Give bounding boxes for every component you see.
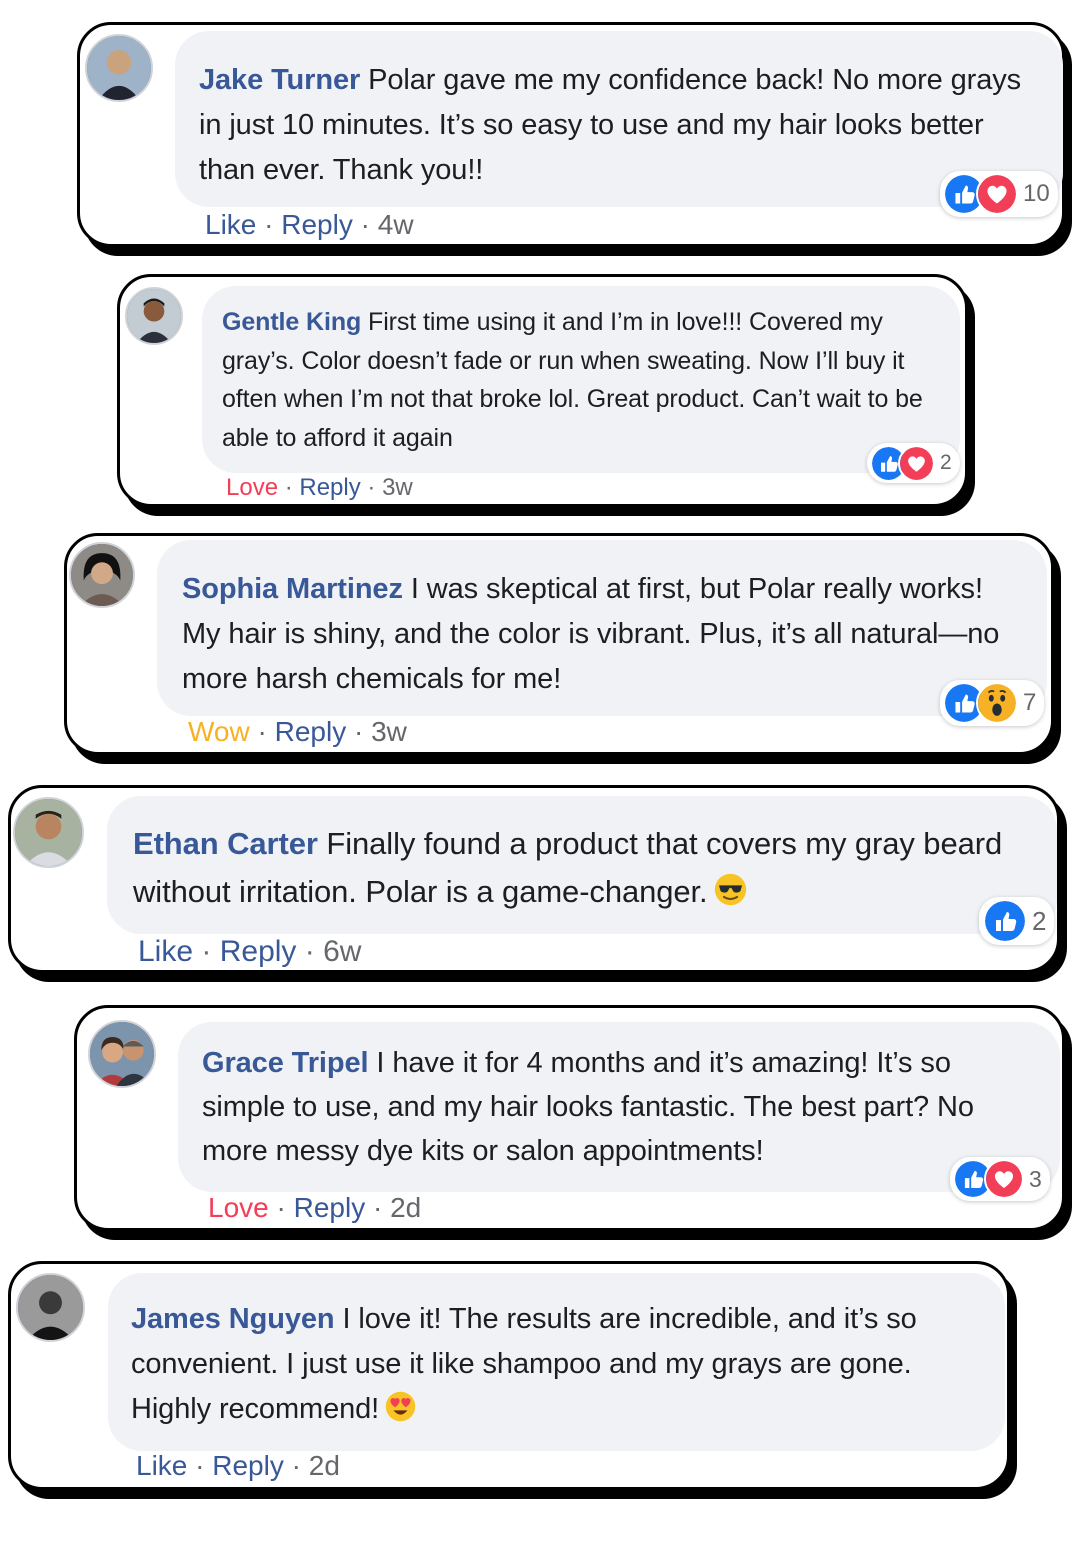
- comment-card: Sophia Martinez I was skeptical at first…: [64, 533, 1054, 755]
- timestamp[interactable]: 2d: [390, 1192, 421, 1223]
- comment-text: Ethan Carter Finally found a product tha…: [133, 820, 1033, 916]
- timestamp[interactable]: 2d: [309, 1450, 340, 1481]
- comment-card: Jake Turner Polar gave me my confidence …: [77, 22, 1065, 247]
- comment-actions: Love · Reply · 3w: [226, 474, 413, 502]
- reactions-summary[interactable]: 2: [867, 443, 960, 483]
- reply-link[interactable]: Reply: [212, 1450, 284, 1481]
- heart-eyes-emoji: [385, 1391, 416, 1422]
- timestamp[interactable]: 3w: [371, 716, 407, 747]
- timestamp[interactable]: 4w: [378, 209, 414, 240]
- like-link[interactable]: Like: [138, 935, 193, 968]
- reply-link[interactable]: Reply: [281, 209, 353, 240]
- like-link[interactable]: Like: [136, 1450, 187, 1481]
- comment-text: Sophia Martinez I was skeptical at first…: [182, 567, 1023, 702]
- comment-bubble: Ethan Carter Finally found a product tha…: [107, 796, 1057, 934]
- comment-actions: Love · Reply · 2d: [208, 1192, 421, 1224]
- reactions-summary[interactable]: 2: [979, 897, 1055, 945]
- reply-link[interactable]: Reply: [294, 1192, 366, 1223]
- separator-dot: ·: [365, 1192, 391, 1223]
- comment-text: Grace Tripel I have it for 4 months and …: [202, 1041, 1036, 1173]
- commenter-name[interactable]: Sophia Martinez: [182, 573, 403, 605]
- like-link[interactable]: Like: [205, 209, 256, 240]
- profile-photo: [90, 1022, 154, 1086]
- comment-actions: Like · Reply · 4w: [205, 209, 414, 241]
- comment-bubble: Grace Tripel I have it for 4 months and …: [178, 1022, 1060, 1192]
- avatar[interactable]: [69, 542, 135, 608]
- separator-dot: ·: [268, 1192, 294, 1223]
- separator-dot: ·: [346, 716, 372, 747]
- avatar[interactable]: [125, 287, 183, 345]
- commenter-name[interactable]: James Nguyen: [131, 1303, 335, 1335]
- love-icon: [898, 444, 935, 482]
- avatar[interactable]: [13, 797, 84, 868]
- sunglasses-emoji: [714, 873, 746, 906]
- love-icon: [984, 1159, 1024, 1199]
- reactions-summary[interactable]: 10: [940, 171, 1058, 217]
- reaction-count: 3: [1029, 1165, 1042, 1192]
- commenter-name[interactable]: Grace Tripel: [202, 1047, 369, 1079]
- separator-dot: ·: [352, 209, 378, 240]
- comment-actions: Like · Reply · 6w: [138, 935, 361, 969]
- timestamp[interactable]: 3w: [382, 474, 413, 501]
- comment-bubble: Gentle King First time using it and I’m …: [202, 286, 960, 473]
- commenter-name[interactable]: Ethan Carter: [133, 826, 318, 861]
- separator-dot: ·: [296, 935, 324, 968]
- timestamp[interactable]: 6w: [323, 935, 361, 968]
- avatar[interactable]: [16, 1273, 85, 1342]
- reaction-count: 2: [940, 451, 952, 474]
- reaction-count: 7: [1023, 689, 1037, 716]
- comment-bubble: James Nguyen I love it! The results are …: [108, 1273, 1005, 1451]
- comment-text: Gentle King First time using it and I’m …: [222, 303, 944, 457]
- comment-bubble: Sophia Martinez I was skeptical at first…: [157, 540, 1047, 716]
- reaction-count: 2: [1032, 905, 1047, 936]
- comment-card: Grace Tripel I have it for 4 months and …: [74, 1005, 1065, 1231]
- love-icon: [976, 173, 1018, 215]
- reactions-summary[interactable]: 7: [940, 680, 1045, 726]
- profile-photo: [18, 1275, 83, 1340]
- separator-dot: ·: [193, 935, 220, 968]
- wow-link[interactable]: Wow: [188, 716, 250, 747]
- avatar[interactable]: [88, 1020, 156, 1088]
- like-icon: [983, 899, 1027, 943]
- comment-text: Jake Turner Polar gave me my confidence …: [199, 58, 1035, 193]
- comment-bubble: Jake Turner Polar gave me my confidence …: [175, 31, 1063, 207]
- separator-dot: ·: [283, 1450, 309, 1481]
- separator-dot: ·: [187, 1450, 213, 1481]
- separator-dot: ·: [256, 209, 282, 240]
- commenter-name[interactable]: Jake Turner: [199, 64, 360, 96]
- love-link[interactable]: Love: [226, 474, 278, 501]
- love-link[interactable]: Love: [208, 1192, 269, 1223]
- comment-actions: Like · Reply · 2d: [136, 1450, 340, 1482]
- reaction-count: 10: [1023, 180, 1050, 207]
- separator-dot: ·: [278, 474, 300, 501]
- avatar[interactable]: [85, 34, 153, 102]
- profile-photo: [127, 289, 181, 343]
- comment-actions: Wow · Reply · 3w: [188, 716, 407, 748]
- reply-link[interactable]: Reply: [220, 935, 297, 968]
- profile-photo: [71, 544, 133, 606]
- profile-photo: [87, 36, 151, 100]
- profile-photo: [15, 799, 82, 866]
- reply-link[interactable]: Reply: [275, 716, 347, 747]
- wow-icon: [976, 682, 1018, 724]
- comment-card: James Nguyen I love it! The results are …: [8, 1261, 1010, 1490]
- comment-card: Gentle King First time using it and I’m …: [117, 274, 968, 507]
- separator-dot: ·: [249, 716, 275, 747]
- commenter-name[interactable]: Gentle King: [222, 308, 361, 336]
- comment-text: James Nguyen I love it! The results are …: [131, 1297, 981, 1432]
- reactions-summary[interactable]: 3: [950, 1157, 1050, 1201]
- separator-dot: ·: [360, 474, 383, 501]
- reply-link[interactable]: Reply: [299, 474, 360, 501]
- comment-card: Ethan Carter Finally found a product tha…: [8, 785, 1060, 973]
